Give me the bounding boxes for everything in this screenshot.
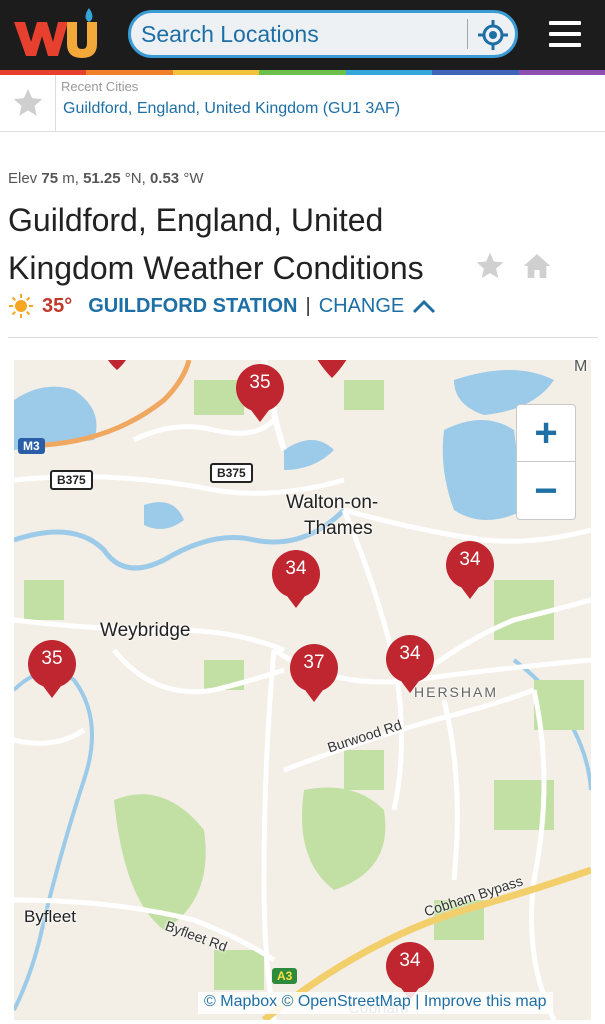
station-pin[interactable]: 34 <box>270 548 322 610</box>
pin-temperature: 34 <box>459 549 481 570</box>
elev-unit: m, <box>62 170 79 187</box>
elevation-coordinates: Elev 75 m, 51.25 °N, 0.53 °W <box>8 170 203 187</box>
zoom-out-button[interactable]: − <box>517 463 575 520</box>
wu-logo-icon[interactable] <box>12 6 102 64</box>
recent-cities-bar: Recent Cities Guildford, England, United… <box>0 75 605 132</box>
station-name-link[interactable]: GUILDFORD STATION <box>88 295 297 318</box>
page-title: Guildford, England, United Kingdom Weath… <box>8 202 424 286</box>
place-byfleet: Byfleet <box>24 907 76 926</box>
pin-temperature: 35 <box>249 372 271 393</box>
place-walton-line2: Thames <box>304 518 373 539</box>
road-shield-m3: M3 <box>18 438 45 454</box>
lon-value: 0.53 <box>149 170 180 187</box>
station-pin[interactable]: 34 <box>444 539 496 601</box>
station-pin[interactable]: 34 <box>384 633 436 695</box>
weather-station-map[interactable]: M3 B375 B375 A3 Burwood Rd Cobham Bypass… <box>14 360 591 1020</box>
station-row: 35° GUILDFORD STATION | CHANGE <box>8 292 438 320</box>
station-pin[interactable]: 35 <box>234 362 286 424</box>
crosshair-icon[interactable] <box>475 17 511 53</box>
elev-value: 75 <box>41 170 59 187</box>
change-station-button[interactable]: CHANGE <box>319 295 405 318</box>
station-pin[interactable]: 37 <box>288 642 340 704</box>
road-shield-b375-west: B375 <box>50 470 93 490</box>
map-pin-partial-icon[interactable] <box>102 360 132 374</box>
lat-unit: °N, <box>124 170 146 187</box>
pin-temperature: 37 <box>303 652 325 673</box>
map-attribution[interactable]: © Mapbox © OpenStreetMap | Improve this … <box>198 992 553 1014</box>
road-shield-a3: A3 <box>272 968 298 984</box>
home-icon[interactable] <box>521 250 553 282</box>
search-input[interactable] <box>141 19 461 49</box>
sun-icon <box>9 294 33 318</box>
place-partial-m: M <box>574 360 588 375</box>
recent-cities-label: Recent Cities <box>61 79 139 94</box>
map-zoom-controls: + − <box>516 404 576 520</box>
station-pin[interactable]: 35 <box>26 638 78 700</box>
current-temperature: 35° <box>42 294 73 317</box>
chevron-up-icon[interactable] <box>410 296 438 316</box>
road-shield-b375-east: B375 <box>210 463 253 483</box>
zoom-in-button[interactable]: + <box>517 405 575 462</box>
search-box[interactable] <box>128 10 518 58</box>
pin-temperature: 35 <box>41 648 63 669</box>
place-walton-line1: Walton-on- <box>286 492 379 513</box>
lon-unit: °W <box>183 170 204 187</box>
star-icon <box>13 88 42 116</box>
section-divider <box>8 337 598 338</box>
hamburger-menu-icon[interactable] <box>545 18 585 50</box>
recent-favorite-button[interactable] <box>0 75 56 131</box>
place-weybridge: Weybridge <box>100 620 191 641</box>
recent-city-link[interactable]: Guildford, England, United Kingdom (GU1 … <box>63 100 400 118</box>
lat-value: 51.25 <box>83 170 121 187</box>
search-divider <box>467 19 468 49</box>
pin-temperature: 34 <box>285 558 307 579</box>
elev-label: Elev <box>8 170 38 187</box>
app-header <box>0 0 605 70</box>
station-separator: | <box>305 294 311 317</box>
pin-temperature: 34 <box>399 950 421 971</box>
pin-temperature: 34 <box>399 643 421 664</box>
favorite-star-icon[interactable] <box>474 250 506 282</box>
map-pin-partial-icon[interactable] <box>312 360 352 384</box>
